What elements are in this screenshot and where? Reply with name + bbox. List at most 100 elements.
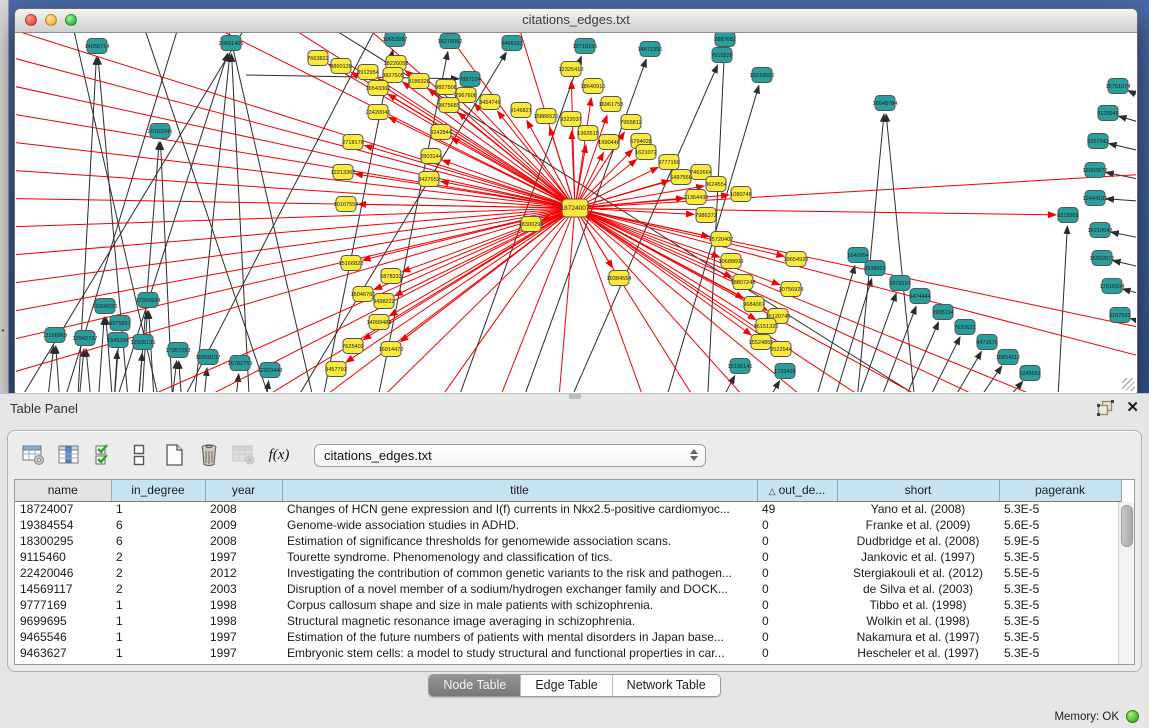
graph-node-selected[interactable]: 2522544	[770, 342, 792, 357]
table-row[interactable]: 1456911722003Disruption of a novel membe…	[15, 581, 1121, 597]
show-columns-button[interactable]	[55, 441, 83, 469]
graph-node[interactable]: 16648784	[873, 96, 898, 111]
graph-node-selected[interactable]: 9457791	[325, 362, 347, 377]
graph-node-selected[interactable]: 16914470	[379, 342, 404, 357]
graph-node-selected[interactable]: 5878333	[380, 269, 402, 284]
graph-node[interactable]: 8938923	[864, 261, 886, 276]
new-column-button[interactable]	[160, 441, 188, 469]
table-row[interactable]: 946362711997Embryonic stem cells: a mode…	[15, 645, 1121, 661]
graph-node-selected[interactable]: 2718176	[342, 135, 364, 150]
tab-node-table[interactable]: Node Table	[429, 675, 521, 696]
graph-node[interactable]: 6879197	[889, 276, 911, 291]
float-panel-icon[interactable]	[1097, 400, 1114, 416]
graph-node[interactable]: 17359924	[136, 293, 161, 308]
graph-node-selected[interactable]: 2803144	[420, 149, 442, 164]
graph-node-selected[interactable]: 7955812	[620, 115, 642, 130]
graph-node-selected[interactable]: 12213363	[331, 165, 356, 180]
graph-node-selected[interactable]: 7663822	[307, 51, 329, 66]
graph-node[interactable]: 7632621	[954, 320, 976, 335]
graph-node[interactable]: 8215955	[1057, 208, 1079, 223]
graph-node[interactable]: 20206556	[93, 299, 118, 314]
table-row[interactable]: 946554611997Estimation of the future num…	[15, 629, 1121, 645]
graph-node[interactable]: 15136141	[728, 359, 753, 374]
graph-node[interactable]: 7857224	[459, 72, 481, 87]
graph-node-selected[interactable]: 9875685	[438, 98, 460, 113]
graph-node-selected[interactable]: 21364436	[684, 190, 709, 205]
panel-collapse-handle[interactable]: ◂	[1, 328, 6, 335]
graph-node[interactable]: 16210643	[1088, 223, 1113, 238]
graph-node-selected[interactable]: 10756928	[779, 282, 804, 297]
graph-node-selected[interactable]: 12325413	[559, 62, 584, 77]
graph-node[interactable]: 9466161	[501, 36, 523, 51]
graph-node-selected[interactable]: 8427552	[418, 172, 440, 187]
graph-node-selected[interactable]: 10688609	[719, 254, 744, 269]
graph-node[interactable]: 19218506	[750, 68, 775, 83]
graph-node-selected[interactable]: 19384554	[607, 271, 632, 286]
window-resize-grip[interactable]	[1122, 378, 1135, 391]
graph-node[interactable]: 14671355	[638, 42, 663, 57]
graph-node-selected[interactable]: 9498222	[373, 294, 395, 309]
table-selector-dropdown[interactable]: citations_edges.txt	[314, 444, 706, 467]
graph-node-selected[interactable]: 3624554	[705, 177, 727, 192]
graph-node-selected[interactable]: 15166823	[339, 256, 364, 271]
graph-node-selected[interactable]: 1990448	[598, 135, 620, 150]
graph-node[interactable]: 9975857	[109, 316, 131, 331]
graph-node-selected[interactable]: 14099489	[367, 315, 392, 330]
graph-node[interactable]: 20153346	[148, 124, 173, 139]
graph-node[interactable]: 16782759	[228, 356, 253, 371]
table-row[interactable]: 2242004622012Investigating the contribut…	[15, 565, 1121, 581]
graph-node[interactable]: 12444151	[1083, 191, 1108, 206]
graph-node[interactable]: 17016504	[1100, 279, 1125, 294]
graph-node-selected[interactable]: 22420046	[366, 105, 391, 120]
tab-network-table[interactable]: Network Table	[613, 675, 720, 696]
graph-node[interactable]: 9227343	[1087, 134, 1109, 149]
column-header-name[interactable]: name	[15, 480, 111, 501]
graph-node[interactable]: 7615526	[711, 48, 733, 63]
graph-node-selected[interactable]: 18724007	[561, 199, 590, 217]
graph-node[interactable]: 10654112	[996, 350, 1020, 365]
graph-node-selected[interactable]: 18300295	[519, 217, 544, 232]
graph-node[interactable]: 1167533	[1109, 308, 1130, 323]
graph-node-selected[interactable]: 9860128	[330, 59, 352, 74]
table-mode-button[interactable]	[20, 441, 48, 469]
graph-node-selected[interactable]: 16151322	[754, 319, 779, 334]
graph-node[interactable]: 9129946	[1097, 106, 1119, 121]
column-header-in_degree[interactable]: in_degree	[111, 480, 205, 501]
close-panel-icon[interactable]: ✕	[1126, 400, 1139, 416]
scrollbar-thumb[interactable]	[1121, 505, 1133, 547]
graph-node-selected[interactable]: 8454749	[479, 95, 501, 110]
graph-node[interactable]: 20691406	[219, 36, 244, 51]
table-row[interactable]: 1872400712008Changes of HCN gene express…	[15, 501, 1121, 517]
table-row[interactable]: 1938455462009Genome-wide association stu…	[15, 517, 1121, 533]
graph-node[interactable]: 1733426	[774, 364, 796, 379]
window-titlebar[interactable]: citations_edges.txt	[15, 9, 1137, 33]
graph-node[interactable]: 12923448	[258, 363, 283, 378]
table-scrollbar[interactable]	[1118, 502, 1134, 664]
graph-node-selected[interactable]: 9146821	[510, 103, 532, 118]
graph-node[interactable]: 17957253	[166, 343, 191, 358]
tab-edge-table[interactable]: Edge Table	[521, 675, 612, 696]
clear-selection-button[interactable]	[125, 441, 153, 469]
graph-node-selected[interactable]: 18807243	[731, 275, 756, 290]
function-builder-button[interactable]: f(x)	[265, 441, 293, 469]
graph-node-selected[interactable]: 3242844	[430, 125, 452, 140]
graph-node-selected[interactable]: 1621072	[635, 145, 657, 160]
graph-node[interactable]: 12093872	[1083, 163, 1108, 178]
column-header-out_de[interactable]: △out_de...	[757, 480, 837, 501]
graph-node[interactable]: 1640954	[847, 248, 869, 263]
graph-node-selected[interactable]: 19654923	[784, 252, 809, 267]
graph-node-selected[interactable]: 7625402	[342, 339, 364, 354]
table-row[interactable]: 1830029562008Estimation of significance …	[15, 533, 1121, 549]
graph-node-selected[interactable]: 15720407	[709, 232, 734, 247]
graph-node[interactable]: 10958107	[196, 350, 221, 365]
graph-node-selected[interactable]: 6497568	[670, 170, 692, 185]
graph-node[interactable]: 10653287	[383, 33, 408, 47]
graph-node[interactable]: 2935114	[932, 305, 953, 320]
graph-node[interactable]: 15992071	[1090, 251, 1115, 266]
graph-node-selected[interactable]: 10107554	[334, 197, 359, 212]
table-row[interactable]: 911546021997Tourette syndrome. Phenomeno…	[15, 549, 1121, 565]
table-row[interactable]: 969969511998Structural magnetic resonanc…	[15, 613, 1121, 629]
column-header-year[interactable]: year	[205, 480, 282, 501]
graph-node-selected[interactable]: 8186328	[408, 74, 430, 89]
graph-node[interactable]: 12942737	[73, 331, 98, 346]
